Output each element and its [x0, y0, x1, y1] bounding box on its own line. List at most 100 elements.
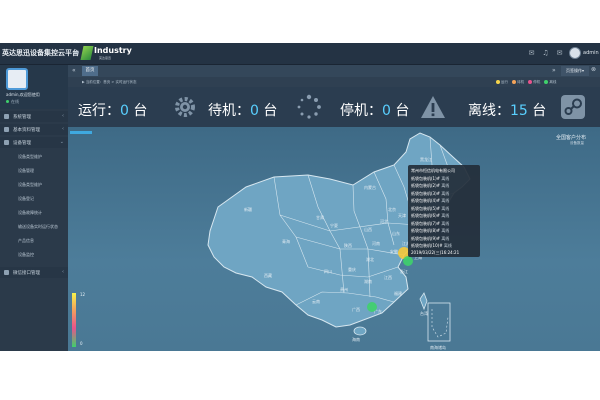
chevron-left-icon: ‹: [62, 113, 64, 119]
tab-next-icon[interactable]: »: [552, 67, 556, 74]
province-label: 河南: [372, 240, 380, 246]
map-color-scale: [72, 293, 76, 347]
status-running: 运行：0 台: [78, 87, 198, 127]
chevron-down-icon: ⌄: [59, 139, 64, 145]
tooltip-device-line: 纸袋包装机(6)# 离线: [411, 213, 450, 218]
tooltip-device-line: 纸袋包装机(9)# 离线: [411, 235, 450, 241]
province-label: 西藏: [264, 272, 272, 278]
status-legend: 运行 待机 停机 离线: [493, 80, 556, 85]
mail-icon[interactable]: ✉: [555, 49, 564, 58]
province-label: 江西: [384, 274, 392, 280]
sidebar-subitem[interactable]: 设备故障统计: [0, 207, 68, 217]
tab-prev-icon[interactable]: «: [72, 67, 76, 74]
settings-icon: [4, 114, 9, 119]
status-stopped: 停机：0 台: [340, 87, 460, 127]
tooltip-device-line: 纸袋包装机(1)# 离线: [411, 175, 450, 181]
south-china-sea-inset: [427, 302, 451, 342]
tooltip-device-line: 纸袋包装机(10)# 离线: [411, 243, 452, 248]
sidebar-subitem[interactable]: 设备类型维护: [0, 151, 68, 161]
menu-toggle-icon[interactable]: ≡: [73, 48, 80, 57]
province-label: 南海诸岛: [430, 344, 446, 350]
sidebar-item-device[interactable]: 设备管理 ⌄: [0, 137, 68, 148]
sidebar-subitem[interactable]: 设备登记: [0, 193, 68, 203]
chevron-left-icon: ‹: [62, 269, 64, 275]
user-name-link[interactable]: admin: [583, 50, 599, 56]
warning-icon: [421, 96, 445, 118]
map-marker-guangzhou[interactable]: [367, 302, 377, 312]
province-label: 新疆: [244, 206, 252, 212]
legend-label: 待机: [517, 80, 525, 84]
close-icon[interactable]: ⊗: [591, 66, 596, 73]
sidebar-status-text: 在线: [11, 99, 19, 104]
taiwan-shape: [419, 292, 428, 311]
province-label: 宁夏: [330, 222, 338, 228]
status-offline-count: 15: [510, 103, 528, 119]
tab-operations-dropdown[interactable]: 页签操作▾: [561, 66, 589, 76]
envelope-icon[interactable]: ✉: [527, 49, 536, 58]
sidebar-subitem[interactable]: 设备管理: [0, 165, 68, 175]
status-stopped-text: 停机：0 台: [340, 103, 410, 119]
sidebar-item-label: 设备管理: [13, 141, 31, 146]
status-offline: 离线：15 台: [468, 87, 598, 127]
map-title: 全国客户分布: [556, 135, 587, 141]
sidebar-user-status: 在线: [6, 99, 19, 105]
status-standby: 待机：0 台: [208, 87, 328, 127]
legend-dot-icon: [544, 80, 549, 84]
province-label: 甘肃: [316, 214, 324, 220]
province-label: 山西: [364, 226, 372, 232]
sidebar-item-wechat[interactable]: 微信接口管理 ‹: [0, 267, 68, 278]
china-map-panel: 黑龙江 吉林 辽宁 内蒙古 北京 天津 河北 山西 山东 陕西 宁夏 甘肃 青海…: [68, 127, 600, 351]
sidebar-item-label: 微信接口管理: [13, 271, 40, 276]
province-label: 四川: [324, 269, 332, 274]
sidebar-item-label: 系统管理: [13, 115, 31, 120]
logo-mark-icon: [80, 46, 94, 60]
status-stopped-count: 0: [382, 103, 391, 119]
user-avatar[interactable]: [569, 47, 581, 59]
top-header: 英达思迅设备集控云平台 ≡ Industry 英达思迅 ✉ ♫ ✉ admin: [0, 43, 600, 65]
sidebar-user-name: admin,欢迎您使用: [6, 92, 40, 97]
sidebar-subitem[interactable]: 产品信息: [0, 235, 68, 245]
province-label: 河北: [380, 218, 388, 224]
device-icon: [4, 140, 9, 145]
status-standby-text: 待机：0 台: [208, 103, 278, 119]
sidebar-subitem[interactable]: 输送设备实时运行状态: [0, 221, 68, 231]
sidebar-item-label: 基本资料管理: [13, 128, 40, 133]
tab-home[interactable]: 首页: [82, 66, 98, 76]
province-label: 北京: [388, 206, 396, 212]
tooltip-timestamp: 2019/03/22(三)16:24:21: [411, 250, 460, 255]
bell-icon[interactable]: ♫: [541, 49, 550, 58]
province-label: 黑龙江: [420, 156, 432, 162]
sidebar-item-basic-data[interactable]: 基本资料管理 ‹: [0, 124, 68, 135]
province-label: 安徽: [390, 248, 398, 254]
map-marker-shanghai[interactable]: [403, 256, 413, 266]
tab-bar: « 首页 » 页签操作▾ ⊗: [68, 65, 600, 77]
tooltip-device-line: 纸袋包装机(7)# 离线: [411, 220, 450, 226]
gear-icon: [175, 97, 195, 117]
china-map[interactable]: 黑龙江 吉林 辽宁 内蒙古 北京 天津 河北 山西 山东 陕西 宁夏 甘肃 青海…: [68, 127, 600, 351]
breadcrumb-text: ▶ 当前位置：首页 > 实时运行状态: [82, 80, 137, 84]
province-label: 云南: [312, 298, 320, 304]
legend-label: 运行: [501, 80, 508, 84]
legend-dot-icon: [496, 80, 500, 84]
map-tooltip: 常州市恒信机电有限公司 纸袋包装机(1)# 离线 纸袋包装机(2)# 离线 纸袋…: [408, 165, 480, 257]
province-label: 湖南: [364, 278, 372, 284]
sidebar-subitem[interactable]: 设备监控: [0, 249, 68, 259]
status-running-text: 运行：0 台: [78, 103, 148, 119]
province-label: 陕西: [344, 242, 352, 248]
scale-min-label: 0: [80, 341, 83, 346]
list-icon: [4, 127, 9, 132]
breadcrumb: ▶ 当前位置：首页 > 实时运行状态 运行 待机 停机 离线: [68, 77, 600, 87]
tooltip-device-line: 纸袋包装机(5)# 离线: [411, 205, 450, 211]
status-running-count: 0: [120, 103, 129, 119]
province-label: 广西: [352, 306, 360, 312]
industry-logo: Industry 英达思迅: [80, 45, 132, 62]
sidebar-item-system[interactable]: 系统管理 ‹: [0, 111, 68, 122]
province-label: 福建: [394, 290, 402, 296]
online-dot-icon: [6, 100, 9, 103]
device-status-strip: 运行：0 台 待机：0 台 停机：0 台 离线：15 台: [68, 87, 600, 127]
province-label: 青海: [282, 238, 290, 244]
legend-label: 停机: [533, 80, 541, 84]
sidebar-subitem[interactable]: 设备类型维护: [0, 179, 68, 189]
map-subtitle: 设备数量: [570, 141, 584, 145]
sidebar: admin,欢迎您使用 在线 系统管理 ‹ 基本资料管理 ‹ 设备管理 ⌄ 设备…: [0, 65, 68, 351]
